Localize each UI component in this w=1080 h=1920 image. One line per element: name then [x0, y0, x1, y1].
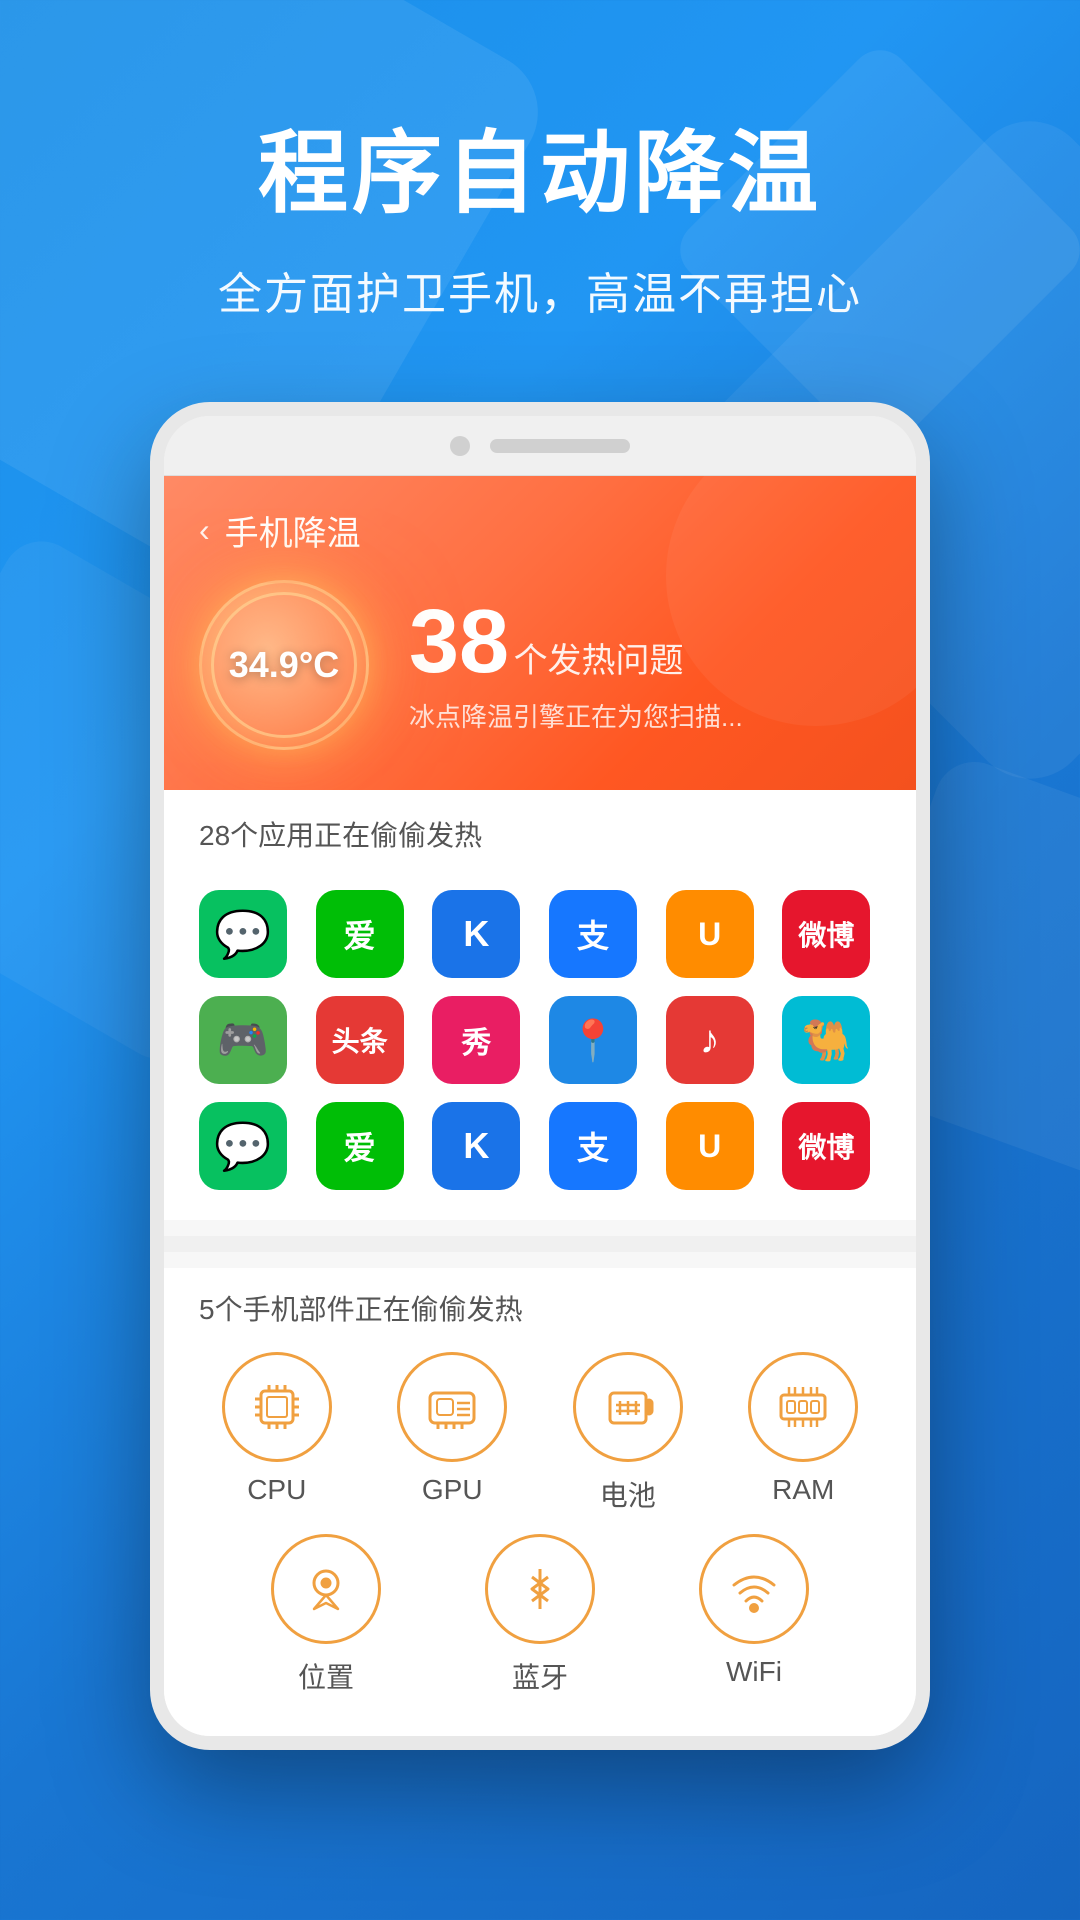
- issue-count-row: 38 个发热问题: [409, 597, 881, 687]
- list-item[interactable]: 头条: [316, 996, 404, 1084]
- list-item[interactable]: 爱: [316, 1102, 404, 1190]
- list-item[interactable]: ♪: [666, 996, 754, 1084]
- apps-section-label: 28个应用正在偷偷发热: [164, 790, 916, 870]
- ram-icon-circle: [748, 1352, 858, 1462]
- hardware-item-location: 位置: [229, 1534, 423, 1696]
- temp-gauge: 34.9°C: [199, 580, 369, 750]
- hardware-item-battery: 电池: [550, 1352, 706, 1514]
- list-item[interactable]: 支: [549, 890, 637, 978]
- hardware-item-wifi: WiFi: [657, 1534, 851, 1696]
- wifi-icon: [724, 1559, 784, 1619]
- phone-mockup: ‹ 手机降温 34.9°C 38 个发热问题 冰点降温引擎正在为您: [150, 402, 930, 1750]
- battery-label: 电池: [600, 1474, 656, 1514]
- temp-value: 34.9°C: [229, 644, 339, 686]
- hardware-section: 5个手机部件正在偷偷发热: [164, 1268, 916, 1736]
- app-content: ‹ 手机降温 34.9°C 38 个发热问题 冰点降温引擎正在为您: [164, 476, 916, 1736]
- temp-circle: 34.9°C: [199, 580, 369, 750]
- phone-container: ‹ 手机降温 34.9°C 38 个发热问题 冰点降温引擎正在为您: [0, 402, 1080, 1750]
- hardware-grid-row1: CPU: [199, 1352, 881, 1514]
- list-item[interactable]: K: [432, 1102, 520, 1190]
- hardware-grid-row2: 位置 蓝牙: [199, 1534, 881, 1716]
- gpu-icon-circle: [397, 1352, 507, 1462]
- list-item[interactable]: 📍: [549, 996, 637, 1084]
- app-header: ‹ 手机降温 34.9°C 38 个发热问题 冰点降温引擎正在为您: [164, 476, 916, 790]
- app-nav-title: 手机降温: [225, 506, 361, 555]
- hardware-item-cpu: CPU: [199, 1352, 355, 1514]
- issue-label: 个发热问题: [514, 642, 684, 680]
- gpu-label: GPU: [422, 1474, 483, 1506]
- list-item[interactable]: 支: [549, 1102, 637, 1190]
- hardware-item-bluetooth: 蓝牙: [443, 1534, 637, 1696]
- list-item[interactable]: K: [432, 890, 520, 978]
- ram-icon: [773, 1377, 833, 1437]
- list-item[interactable]: U: [666, 1102, 754, 1190]
- list-item[interactable]: 🐫: [782, 996, 870, 1084]
- back-button[interactable]: ‹: [199, 512, 210, 549]
- list-item[interactable]: 💬: [199, 1102, 287, 1190]
- gpu-icon: [422, 1377, 482, 1437]
- list-item[interactable]: 爱: [316, 890, 404, 978]
- list-item[interactable]: 微博: [782, 1102, 870, 1190]
- list-item[interactable]: 💬: [199, 890, 287, 978]
- hardware-item-ram: RAM: [726, 1352, 882, 1514]
- hardware-section-label: 5个手机部件正在偷偷发热: [199, 1288, 881, 1328]
- location-icon: [296, 1559, 356, 1619]
- apps-grid: 💬 爱 K 支 U 微博 🎮: [164, 870, 916, 1220]
- temp-right: 38 个发热问题 冰点降温引擎正在为您扫描...: [409, 597, 881, 734]
- list-item[interactable]: 秀: [432, 996, 520, 1084]
- cpu-label: CPU: [247, 1474, 306, 1506]
- bluetooth-label: 蓝牙: [512, 1656, 568, 1696]
- ram-label: RAM: [772, 1474, 834, 1506]
- main-title: 程序自动降温: [60, 120, 1020, 228]
- sub-title: 全方面护卫手机，高温不再担心: [60, 258, 1020, 322]
- temp-info-row: 34.9°C 38 个发热问题 冰点降温引擎正在为您扫描...: [199, 580, 881, 750]
- bluetooth-icon: [510, 1559, 570, 1619]
- issue-count: 38: [409, 592, 509, 692]
- location-label: 位置: [298, 1656, 354, 1696]
- bluetooth-icon-circle: [485, 1534, 595, 1644]
- section-divider: [164, 1236, 916, 1252]
- location-icon-circle: [271, 1534, 381, 1644]
- issue-desc: 冰点降温引擎正在为您扫描...: [409, 697, 881, 734]
- header-section: 程序自动降温 全方面护卫手机，高温不再担心: [0, 0, 1080, 382]
- phone-speaker: [490, 439, 630, 453]
- list-item[interactable]: U: [666, 890, 754, 978]
- app-nav: ‹ 手机降温: [199, 506, 881, 555]
- battery-icon-circle: [573, 1352, 683, 1462]
- wifi-icon-circle: [699, 1534, 809, 1644]
- cpu-icon-circle: [222, 1352, 332, 1462]
- list-item[interactable]: 微博: [782, 890, 870, 978]
- hardware-item-gpu: GPU: [375, 1352, 531, 1514]
- wifi-label: WiFi: [726, 1656, 782, 1688]
- cpu-icon: [247, 1377, 307, 1437]
- battery-icon: [598, 1377, 658, 1437]
- list-item[interactable]: 🎮: [199, 996, 287, 1084]
- phone-top-bar: [164, 416, 916, 476]
- phone-camera: [450, 436, 470, 456]
